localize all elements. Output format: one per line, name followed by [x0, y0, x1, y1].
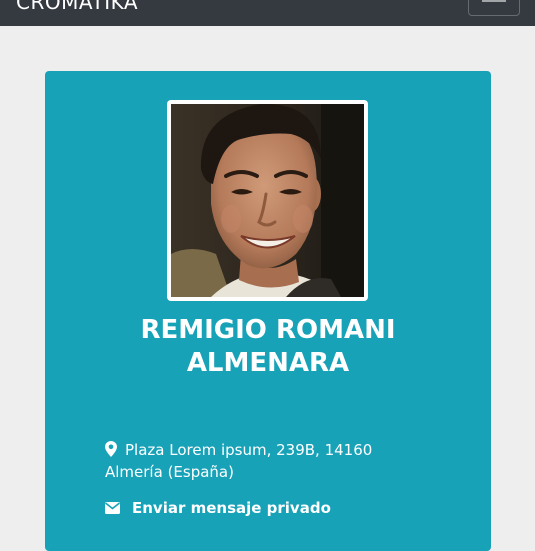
map-marker-icon — [105, 441, 117, 457]
profile-name: REMIGIO ROMANI ALMENARA — [45, 314, 491, 380]
send-private-message-label[interactable]: Enviar mensaje privado — [132, 499, 331, 517]
profile-name-line2: ALMENARA — [186, 348, 350, 378]
profile-photo-frame — [167, 100, 368, 301]
navbar-toggle-button[interactable] — [468, 0, 520, 16]
brand-logo[interactable]: CROMATIKA — [16, 0, 138, 14]
address-line1: Plaza Lorem ipsum, 239B, 14160 — [125, 441, 373, 459]
avatar — [171, 104, 364, 297]
send-private-message-link[interactable]: Enviar mensaje privado — [105, 497, 331, 519]
profile-card: REMIGIO ROMANI ALMENARA Plaza Lorem ipsu… — [45, 71, 491, 551]
profile-address: Plaza Lorem ipsum, 239B, 14160 Almería (… — [105, 439, 405, 483]
envelope-icon — [105, 502, 120, 514]
top-navbar: CROMATIKA — [0, 0, 535, 26]
profile-name-line1: REMIGIO ROMANI — [140, 315, 396, 345]
address-line2: Almería (España) — [105, 463, 234, 481]
hamburger-menu-icon — [482, 0, 506, 2]
